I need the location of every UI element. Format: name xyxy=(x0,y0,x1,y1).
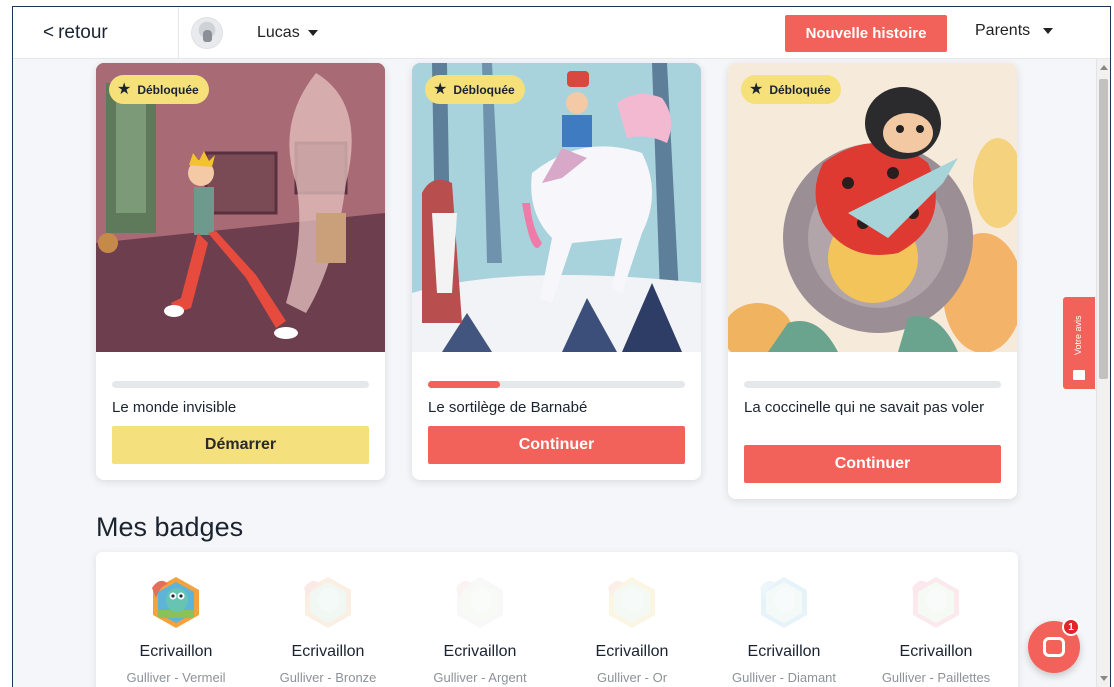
badge-name: Ecrivaillon xyxy=(595,643,669,660)
badges-section-title: Mes badges xyxy=(96,512,244,542)
avatar xyxy=(191,16,223,49)
unlocked-label: Débloquée xyxy=(137,82,199,97)
badge-name: Ecrivaillon xyxy=(139,643,213,660)
message-icon xyxy=(1073,370,1085,380)
badge-name: Ecrivaillon xyxy=(443,643,517,660)
unlocked-badge: ★ Débloquée xyxy=(109,75,209,104)
continue-button[interactable]: Continuer xyxy=(428,426,685,464)
story-card: ★ Débloquée La coccinelle qui ne savait … xyxy=(728,63,1017,499)
scroll-down-icon[interactable] xyxy=(1100,676,1108,681)
badge-item[interactable]: Ecrivaillon Gulliver - Argent xyxy=(404,552,556,685)
badge-level: Gulliver - Diamant xyxy=(731,670,837,685)
progress-fill xyxy=(428,381,500,388)
badge-name: Ecrivaillon xyxy=(747,643,821,660)
story-title: La coccinelle qui ne savait pas voler xyxy=(744,399,985,416)
badge-level: Gulliver - Or xyxy=(596,670,668,685)
caret-down-icon xyxy=(307,29,318,36)
user-name: Lucas xyxy=(257,23,300,41)
badges-panel: Ecrivaillon Gulliver - Vermeil Ecrivaill… xyxy=(96,552,1018,687)
badge-item[interactable]: Ecrivaillon Gulliver - Vermeil xyxy=(100,552,252,685)
owl-badge-icon xyxy=(608,577,655,628)
story-illustration-art xyxy=(96,63,385,352)
story-title: Le monde invisible xyxy=(112,399,237,416)
app-frame: < retour Lucas Nouvelle histoire Parents xyxy=(12,6,1111,687)
owl-badge-icon xyxy=(760,577,807,628)
unread-count-badge: 1 xyxy=(1062,618,1080,636)
unlocked-label: Débloquée xyxy=(769,82,831,97)
unlocked-badge: ★ Débloquée xyxy=(741,75,841,104)
star-icon: ★ xyxy=(749,80,764,98)
story-progress-bar xyxy=(744,381,1001,388)
badge-name: Ecrivaillon xyxy=(291,643,365,660)
continue-button[interactable]: Continuer xyxy=(744,445,1001,483)
scrollbar-thumb[interactable] xyxy=(1099,79,1108,379)
story-card: ★ Débloquée Le sortilège de Barnabé Cont… xyxy=(412,63,701,480)
feedback-tab[interactable]: Votre avis xyxy=(1063,297,1095,389)
badge-item[interactable]: Ecrivaillon Gulliver - Or xyxy=(556,552,708,685)
badge-item[interactable]: Ecrivaillon Gulliver - Diamant xyxy=(708,552,860,685)
scroll-up-icon[interactable] xyxy=(1100,65,1108,70)
story-illustration[interactable]: ★ Débloquée xyxy=(412,63,701,352)
caret-down-icon xyxy=(1042,27,1053,34)
chevron-left-icon: < xyxy=(43,21,55,43)
chat-bubble-icon xyxy=(1043,637,1065,657)
story-illustration-art xyxy=(412,63,701,352)
badge-item[interactable]: Ecrivaillon Gulliver - Bronze xyxy=(252,552,404,685)
new-story-button[interactable]: Nouvelle histoire xyxy=(785,15,947,52)
parents-label: Parents xyxy=(975,22,1031,39)
story-card: ★ Débloquée Le monde invisible Démarrer xyxy=(96,63,385,480)
chat-launcher-button[interactable]: 1 xyxy=(1028,618,1080,673)
story-title: Le sortilège de Barnabé xyxy=(428,399,588,416)
story-illustration-art xyxy=(728,63,1017,352)
user-selector[interactable]: Lucas xyxy=(191,16,318,49)
badge-item[interactable]: Ecrivaillon Gulliver - Paillettes xyxy=(860,552,1012,685)
badge-name: Ecrivaillon xyxy=(899,643,973,660)
back-label: retour xyxy=(58,21,108,43)
star-icon: ★ xyxy=(117,80,132,98)
unlocked-label: Débloquée xyxy=(453,82,515,97)
star-icon: ★ xyxy=(433,80,448,98)
start-button[interactable]: Démarrer xyxy=(112,426,369,464)
story-illustration[interactable]: ★ Débloquée xyxy=(96,63,385,352)
unlocked-badge: ★ Débloquée xyxy=(425,75,525,104)
top-navigation: < retour Lucas Nouvelle histoire Parents xyxy=(13,7,1110,59)
badge-level: Gulliver - Bronze xyxy=(279,670,377,685)
back-button[interactable]: < retour xyxy=(13,7,179,59)
owl-badge-icon xyxy=(304,577,351,628)
parents-menu[interactable]: Parents xyxy=(975,22,1053,40)
owl-badge-icon xyxy=(456,577,503,628)
story-progress-bar xyxy=(428,381,685,388)
badge-level: Gulliver - Vermeil xyxy=(126,670,226,685)
story-progress-bar xyxy=(112,381,369,388)
story-illustration[interactable]: ★ Débloquée xyxy=(728,63,1017,352)
owl-badge-icon xyxy=(912,577,959,628)
feedback-label: Votre avis xyxy=(1073,315,1083,355)
page-scrollbar[interactable] xyxy=(1096,59,1110,687)
owl-badge-icon xyxy=(152,577,199,628)
badge-level: Gulliver - Argent xyxy=(433,670,527,685)
badge-level: Gulliver - Paillettes xyxy=(881,670,991,685)
